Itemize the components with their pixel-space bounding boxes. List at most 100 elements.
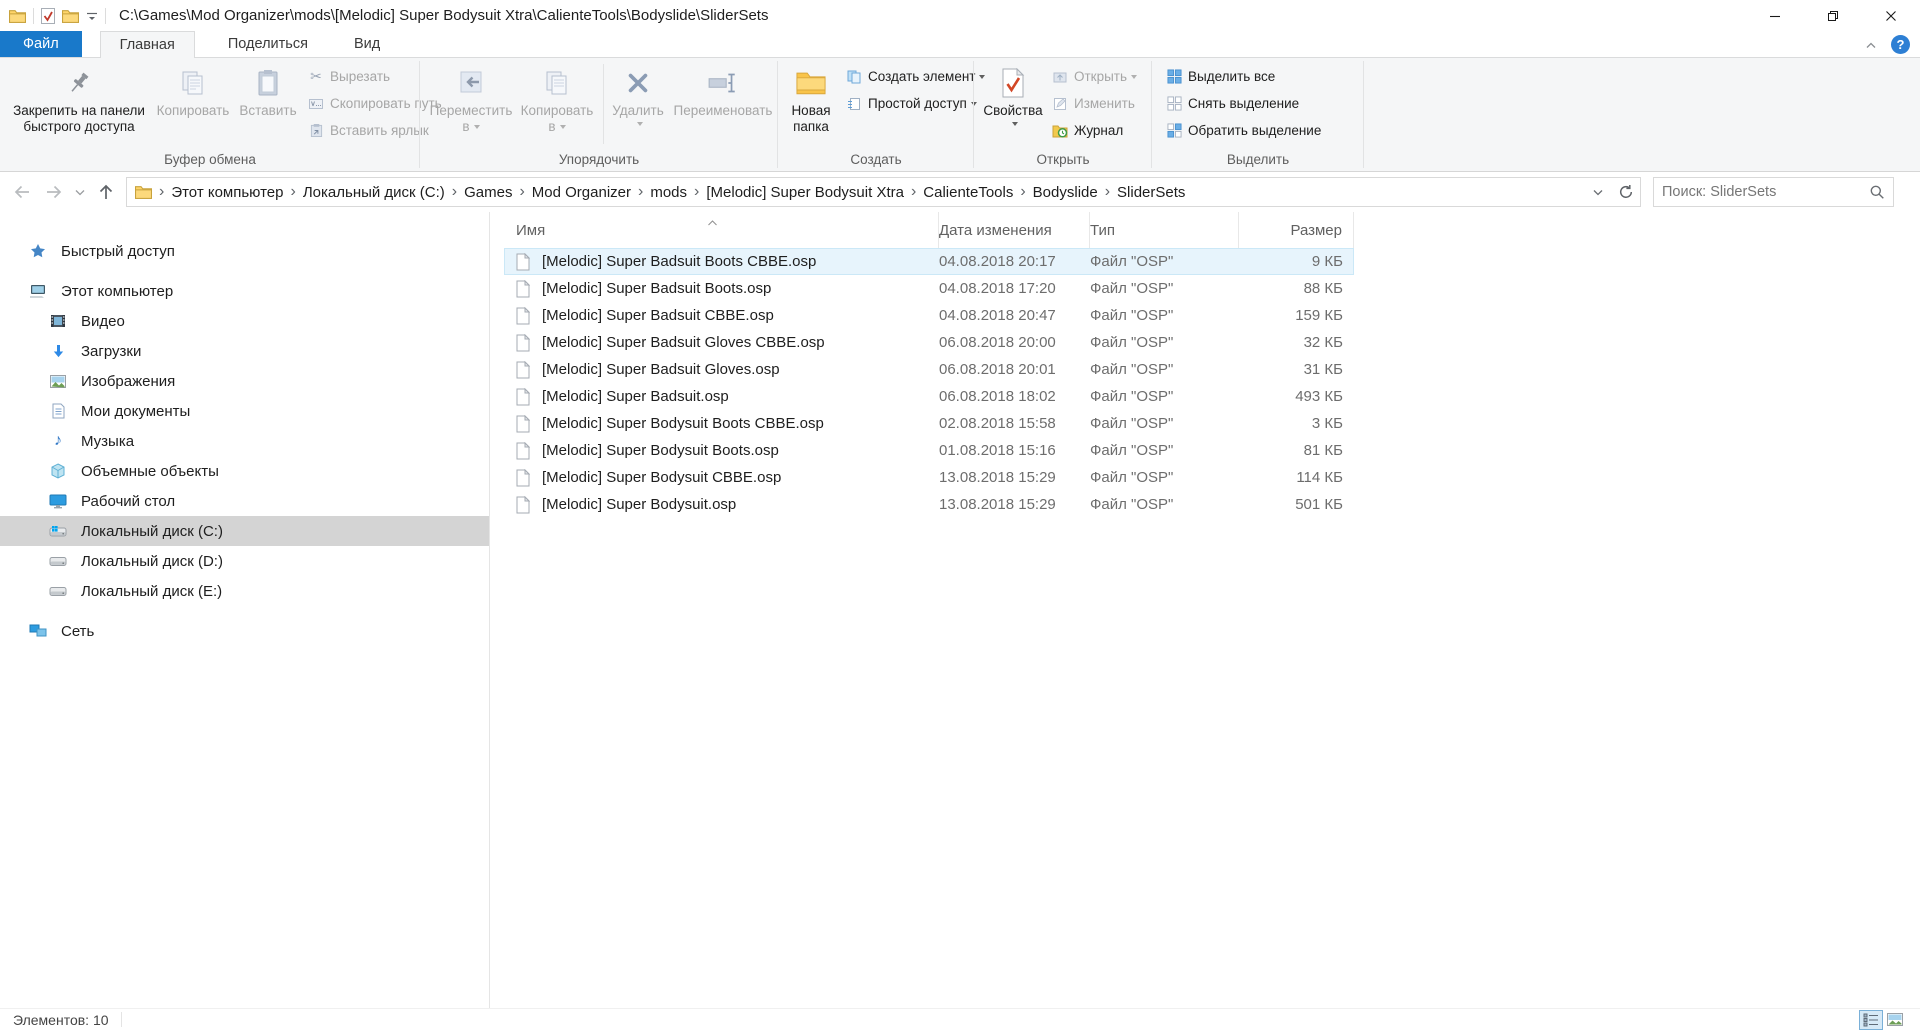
sidebar-item-local-disk-c[interactable]: Локальный диск (C:) [0, 516, 489, 546]
open-button[interactable]: Открыть [1046, 63, 1142, 90]
group-label-create: Создать [778, 150, 974, 171]
properties-button[interactable]: Свойства [980, 60, 1046, 148]
file-row[interactable]: [Melodic] Super Bodysuit CBBE.osp 13.08.… [504, 464, 1354, 491]
breadcrumb-bodyslide[interactable]: Bodyslide [1033, 184, 1098, 201]
sidebar-item-downloads[interactable]: Загрузки [0, 336, 489, 366]
file-row[interactable]: [Melodic] Super Badsuit CBBE.osp 04.08.2… [504, 302, 1354, 329]
breadcrumb-local-disk-c[interactable]: Локальный диск (C:) [303, 184, 445, 201]
easy-access-icon [845, 97, 863, 111]
sidebar-item-3d-objects[interactable]: Объемные объекты [0, 456, 489, 486]
sidebar-item-local-disk-d[interactable]: Локальный диск (D:) [0, 546, 489, 576]
title-bar: C:\Games\Mod Organizer\mods\[Melodic] Su… [0, 0, 1920, 31]
restore-button[interactable] [1804, 0, 1862, 31]
new-folder-button[interactable]: Новая папка [782, 60, 840, 148]
copy-button[interactable]: Копировать [152, 60, 234, 148]
dropdown-arrow-icon [474, 125, 480, 129]
breadcrumb-separator: › [1013, 183, 1032, 201]
breadcrumb-games[interactable]: Games [464, 184, 512, 201]
breadcrumb-mods[interactable]: mods [650, 184, 687, 201]
column-header-date[interactable]: Дата изменения [939, 212, 1090, 248]
file-name: [Melodic] Super Badsuit CBBE.osp [542, 307, 774, 324]
search-input[interactable] [1662, 184, 1869, 200]
view-toggle-buttons [1859, 1010, 1907, 1030]
sidebar-item-videos[interactable]: Видео [0, 306, 489, 336]
paste-button[interactable]: Вставить [234, 60, 302, 148]
dropdown-arrow-icon [560, 125, 566, 129]
move-to-button[interactable]: Переместить в [428, 60, 514, 148]
sidebar-item-documents[interactable]: Мои документы [0, 396, 489, 426]
status-bar: Элементов: 10 [0, 1008, 1920, 1030]
breadcrumb-this-pc[interactable]: Этот компьютер [171, 184, 283, 201]
file-row[interactable]: [Melodic] Super Badsuit Boots CBBE.osp 0… [504, 248, 1354, 275]
sidebar-item-desktop[interactable]: Рабочий стол [0, 486, 489, 516]
file-icon [516, 469, 532, 487]
group-label-organize: Упорядочить [420, 150, 778, 171]
file-row[interactable]: [Melodic] Super Badsuit Boots.osp 04.08.… [504, 275, 1354, 302]
qat-properties-button[interactable] [41, 8, 55, 24]
file-row[interactable]: [Melodic] Super Bodysuit Boots CBBE.osp … [504, 410, 1354, 437]
breadcrumb-melodic-super-bodysuit-xtra[interactable]: [Melodic] Super Bodysuit Xtra [706, 184, 904, 201]
sidebar-item-local-disk-e[interactable]: Локальный диск (E:) [0, 576, 489, 606]
recent-locations-button[interactable] [70, 189, 90, 196]
file-row[interactable]: [Melodic] Super Bodysuit Boots.osp 01.08… [504, 437, 1354, 464]
sidebar-item-music[interactable]: ♪ Музыка [0, 426, 489, 456]
breadcrumb-slidersets[interactable]: SliderSets [1117, 184, 1185, 201]
invert-selection-icon [1165, 123, 1183, 138]
file-name: [Melodic] Super Badsuit Boots CBBE.osp [542, 253, 816, 270]
edit-button[interactable]: Изменить [1046, 90, 1142, 117]
refresh-button[interactable] [1612, 178, 1640, 206]
breadcrumb-mod-organizer[interactable]: Mod Organizer [532, 184, 631, 201]
sidebar-item-this-pc[interactable]: Этот компьютер [0, 276, 489, 306]
up-button[interactable] [90, 182, 122, 202]
copy-to-button[interactable]: Копировать в [514, 60, 600, 148]
qat-customize-button[interactable] [86, 11, 98, 21]
delete-button[interactable]: Удалить [607, 60, 669, 148]
select-none-button[interactable]: Снять выделение [1160, 90, 1326, 117]
close-button[interactable] [1862, 0, 1920, 31]
collapse-ribbon-icon[interactable] [1865, 36, 1877, 53]
details-view-button[interactable] [1859, 1010, 1883, 1030]
tab-file[interactable]: Файл [0, 31, 82, 57]
file-name: [Melodic] Super Badsuit Gloves CBBE.osp [542, 334, 825, 351]
breadcrumb-calientetools[interactable]: CalienteTools [923, 184, 1013, 201]
qat-new-folder-button[interactable] [62, 9, 79, 23]
sidebar-item-network[interactable]: Сеть [0, 616, 489, 646]
file-type: Файл "OSP" [1090, 307, 1239, 324]
back-button[interactable] [6, 182, 38, 202]
tab-share[interactable]: Поделиться [209, 31, 327, 57]
file-row[interactable]: [Melodic] Super Badsuit Gloves CBBE.osp … [504, 329, 1354, 356]
dropdown-arrow-icon [637, 122, 643, 126]
thumbnails-view-button[interactable] [1883, 1010, 1907, 1030]
file-icon [516, 496, 532, 514]
new-item-button[interactable]: Создать элемент [840, 63, 990, 90]
tab-home[interactable]: Главная [100, 31, 195, 58]
group-label-open: Открыть [974, 150, 1152, 171]
search-box[interactable] [1653, 177, 1894, 207]
invert-selection-button[interactable]: Обратить выделение [1160, 117, 1326, 144]
minimize-button[interactable] [1746, 0, 1804, 31]
help-button[interactable]: ? [1891, 35, 1910, 54]
sidebar-item-pictures[interactable]: Изображения [0, 366, 489, 396]
easy-access-label: Простой доступ [868, 96, 967, 111]
tab-view[interactable]: Вид [335, 31, 399, 57]
easy-access-button[interactable]: Простой доступ [840, 90, 990, 117]
download-arrow-icon [48, 344, 68, 359]
file-row[interactable]: [Melodic] Super Badsuit Gloves.osp 06.08… [504, 356, 1354, 383]
column-header-size[interactable]: Размер [1239, 212, 1354, 248]
address-bar[interactable]: › Этот компьютер › Локальный диск (C:) ›… [126, 177, 1641, 207]
sidebar-item-label: Быстрый доступ [61, 243, 175, 260]
rename-button[interactable]: Переименовать [669, 60, 777, 148]
pin-to-quick-access-button[interactable]: Закрепить на панели быстрого доступа [6, 60, 152, 148]
sidebar-item-label: Мои документы [81, 403, 190, 420]
history-button[interactable]: Журнал [1046, 117, 1142, 144]
file-name: [Melodic] Super Badsuit Gloves.osp [542, 361, 780, 378]
column-header-name[interactable]: Имя [504, 212, 939, 248]
address-history-dropdown[interactable] [1584, 178, 1612, 206]
file-row[interactable]: [Melodic] Super Badsuit.osp 06.08.2018 1… [504, 383, 1354, 410]
forward-button[interactable] [38, 182, 70, 202]
file-row[interactable]: [Melodic] Super Bodysuit.osp 13.08.2018 … [504, 491, 1354, 518]
file-type: Файл "OSP" [1090, 496, 1239, 513]
select-all-button[interactable]: Выделить все [1160, 63, 1326, 90]
sidebar-item-quick-access[interactable]: Быстрый доступ [0, 236, 489, 266]
column-header-type[interactable]: Тип [1090, 212, 1239, 248]
